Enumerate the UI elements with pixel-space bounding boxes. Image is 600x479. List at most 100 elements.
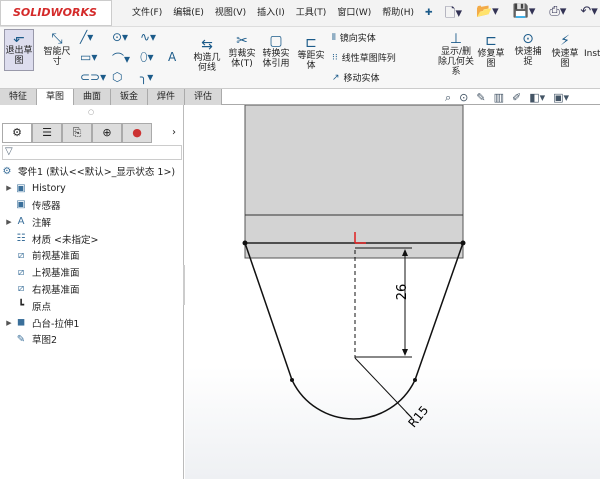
exit-sketch-button[interactable]: ⬐ 退出草图: [4, 29, 34, 71]
pin-icon[interactable]: ✚: [425, 0, 433, 26]
ellipse-icon[interactable]: ⬯▾: [140, 50, 154, 65]
zoom-fit-icon[interactable]: ⌕: [445, 91, 451, 105]
dynamic-annotation-icon[interactable]: ✐: [512, 91, 521, 105]
tree-item[interactable]: ⧄ 右视基准面: [0, 281, 184, 298]
menu-view[interactable]: 视图(V): [215, 0, 246, 26]
previous-view-icon[interactable]: ✎: [476, 91, 485, 105]
repair-sketch-button[interactable]: ⊏ 修复草图: [475, 33, 507, 69]
quick-snap-button[interactable]: ⊙ 快速捕捉: [512, 31, 544, 67]
menu-help[interactable]: 帮助(H): [382, 0, 414, 26]
rapid-sketch-button[interactable]: ⚡ 快速草图: [548, 33, 582, 69]
print-icon[interactable]: ⎙▾: [549, 4, 566, 26]
rapid-sketch-icon: ⚡: [560, 33, 570, 49]
sketch-point: [242, 240, 248, 246]
appearance-tab[interactable]: ●: [122, 123, 152, 143]
menu-window[interactable]: 窗口(W): [337, 0, 371, 26]
sketch-point: [413, 378, 417, 382]
mirror-entities-button[interactable]: ⫴ 镜向实体: [332, 31, 376, 45]
feature-manager-tab[interactable]: ⚙: [2, 123, 32, 143]
expand-arrow-icon[interactable]: ▶: [4, 319, 14, 327]
menu-file[interactable]: 文件(F): [132, 0, 162, 26]
slot-icon[interactable]: ⊂⊃▾: [80, 70, 106, 84]
plane-icon: ⧄: [17, 283, 25, 295]
view-orientation-icon[interactable]: ◧▾: [529, 91, 545, 105]
tree-item[interactable]: ▶ ◼ 凸台-拉伸1: [0, 314, 184, 331]
display-relations-button[interactable]: ⊥ 显示/删除几何关系: [437, 31, 475, 77]
sketch-point: [290, 378, 294, 382]
instant-button[interactable]: Inst: [584, 49, 600, 59]
open-file-icon[interactable]: 📂▾: [476, 4, 499, 26]
tree-item[interactable]: ▶ A 注解: [0, 213, 184, 230]
sensor-folder-icon: ▣: [16, 199, 26, 211]
line-icon[interactable]: ╱▾: [80, 30, 93, 44]
expand-arrow-icon[interactable]: ▶: [4, 184, 14, 192]
configuration-manager-tab[interactable]: ⎘: [62, 123, 92, 143]
tab-sketch[interactable]: 草图: [37, 89, 74, 105]
convert-entities-button[interactable]: ▢ 转换实体引用: [260, 33, 292, 69]
dimxpert-tab[interactable]: ⊕: [92, 123, 122, 143]
save-icon[interactable]: 💾▾: [513, 4, 536, 26]
property-manager-tab[interactable]: ☰: [32, 123, 62, 143]
tab-surfaces[interactable]: 曲面: [74, 89, 111, 105]
text-icon[interactable]: A: [168, 50, 176, 64]
new-file-icon[interactable]: 🗋▾: [445, 4, 462, 26]
construction-geometry-button[interactable]: ⇆ 构造几何线: [192, 37, 222, 73]
sketch-point: [460, 240, 466, 246]
linear-pattern-button[interactable]: ⁝⁝ 线性草图阵列: [332, 51, 396, 65]
feature-manager-panel: ○ ⚙ ☰ ⎘ ⊕ ● › ▽ ⚙ 零件1 (默认<<默认>_显示状态 1>) ▶…: [0, 105, 184, 479]
pattern-icon: ⁝⁝: [332, 52, 338, 63]
tree-item[interactable]: ✎ 草图2: [0, 331, 184, 348]
menu-insert[interactable]: 插入(I): [257, 0, 285, 26]
circle-icon[interactable]: ⊙▾: [112, 30, 128, 44]
menu-bar: 文件(F) 编辑(E) 视图(V) 插入(I) 工具(T) 窗口(W) 帮助(H…: [132, 0, 433, 26]
move-icon: ↗: [332, 72, 340, 83]
trim-entities-button[interactable]: ✂ 剪裁实体(T): [226, 33, 258, 69]
panel-grip-icon[interactable]: ○: [88, 108, 94, 116]
tab-weldments[interactable]: 焊件: [148, 89, 185, 105]
menu-tools[interactable]: 工具(T): [296, 0, 327, 26]
rectangle-icon[interactable]: ▭▾: [80, 50, 97, 64]
tree-item[interactable]: ┗ 原点: [0, 297, 184, 314]
tree-item[interactable]: ⧄ 上视基准面: [0, 264, 184, 281]
tree-filter[interactable]: ▽: [2, 145, 182, 160]
offset-icon: ⊏: [305, 35, 317, 51]
plane-icon: ⧄: [17, 249, 25, 261]
sketch-arc: [291, 379, 416, 420]
arc-icon[interactable]: ⌒▾: [112, 50, 130, 67]
spline-icon[interactable]: ∿▾: [140, 30, 156, 44]
dimension-r15[interactable]: R15: [405, 403, 431, 430]
title-bar: SOLIDWORKS 文件(F) 编辑(E) 视图(V) 插入(I) 工具(T)…: [0, 0, 600, 27]
quick-snap-icon: ⊙: [522, 31, 534, 47]
tab-sheet-metal[interactable]: 钣金: [111, 89, 148, 105]
section-view-icon[interactable]: ▥: [494, 91, 504, 105]
extruded-boss: [244, 105, 464, 259]
polygon-icon[interactable]: ⬡: [112, 70, 122, 84]
radius-leader: [354, 357, 413, 419]
panel-more-icon[interactable]: ›: [172, 127, 176, 138]
display-style-icon[interactable]: ▣▾: [553, 91, 569, 105]
extrude-icon: ◼: [16, 317, 26, 329]
sketch-icon: ✎: [16, 333, 26, 345]
smart-dimension-icon: ⤡: [51, 31, 63, 47]
move-entities-button[interactable]: ↗ 移动实体: [332, 71, 380, 85]
tree-item[interactable]: ☷ 材质 <未指定>: [0, 230, 184, 247]
dimension-26[interactable]: 26: [395, 284, 410, 301]
mirror-icon: ⫴: [332, 32, 336, 43]
trim-icon: ✂: [236, 33, 248, 49]
zoom-area-icon[interactable]: ⊙: [459, 91, 468, 105]
history-folder-icon: ▣: [16, 182, 26, 194]
tab-features[interactable]: 特征: [0, 89, 37, 105]
tree-item[interactable]: ▶ ▣ History: [0, 180, 184, 197]
expand-arrow-icon[interactable]: ▶: [4, 218, 14, 226]
undo-icon[interactable]: ↶▾: [580, 4, 597, 26]
plane-icon: ⧄: [17, 266, 25, 278]
smart-dimension-button[interactable]: ⤡ 智能尺寸: [40, 31, 74, 67]
tree-item[interactable]: ▣ 传感器: [0, 197, 184, 214]
tree-item[interactable]: ⧄ 前视基准面: [0, 247, 184, 264]
tab-evaluate[interactable]: 评估: [185, 89, 222, 105]
graphics-area[interactable]: 26 R15: [185, 105, 600, 479]
tree-root-part[interactable]: ⚙ 零件1 (默认<<默认>_显示状态 1>): [0, 163, 184, 180]
menu-edit[interactable]: 编辑(E): [173, 0, 204, 26]
offset-entities-button[interactable]: ⊏ 等距实体: [295, 35, 327, 71]
fillet-icon[interactable]: ╮▾: [140, 70, 153, 84]
